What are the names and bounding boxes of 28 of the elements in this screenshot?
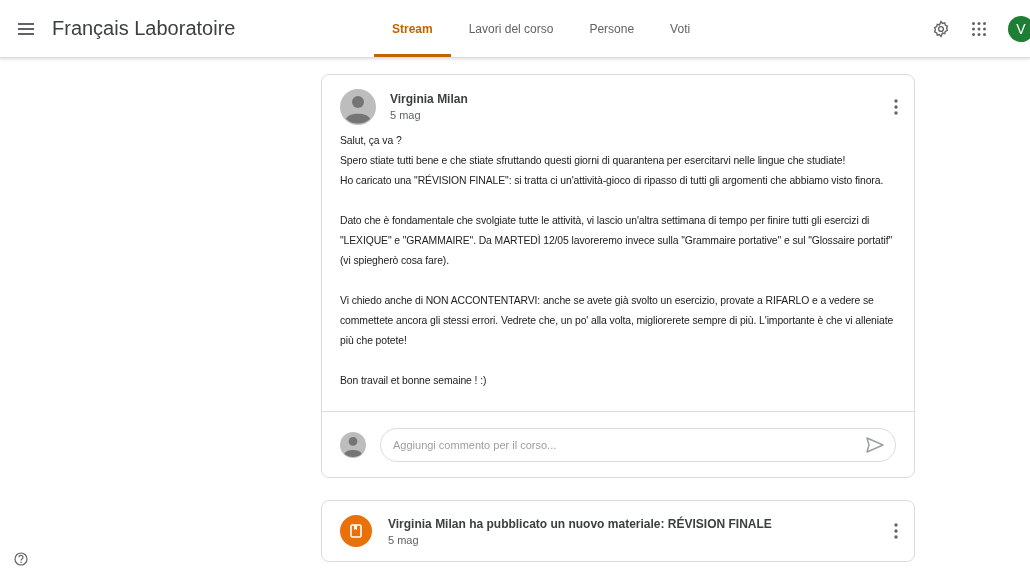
class-title: Français Laboratoire bbox=[52, 17, 237, 40]
material-icon bbox=[340, 515, 372, 547]
help-icon[interactable] bbox=[14, 552, 28, 566]
post-text: Dato che è fondamentale che svolgiate tutte le attività, vi lascio un'altra settimana di tempo per finire tutti gli esercizi di "LEXIQUE" e "GRAMMAIRE". Da MARTEDÌ 12/05 lavoreremo invece sulla "Grammaire portative" e sul "Glossaire portatif" (vi spiegherò cosa fare). bbox=[340, 214, 894, 268]
post-text: Salut, ça va ? bbox=[340, 134, 403, 148]
menu-icon[interactable] bbox=[18, 22, 34, 35]
nav-tab[interactable]: Voti bbox=[652, 0, 709, 57]
author-name: Virginia Milan bbox=[390, 92, 468, 106]
settings-icon[interactable] bbox=[932, 19, 950, 38]
nav-tab[interactable]: Stream bbox=[374, 0, 451, 57]
material-date: 5 mag bbox=[388, 533, 420, 546]
more-icon[interactable] bbox=[894, 99, 898, 115]
comment-field[interactable]: Aggiungi commento per il corso... bbox=[380, 428, 896, 462]
avatar-placeholder bbox=[340, 432, 366, 458]
material-title[interactable]: Virginia Milan ha pubblicato un nuovo materiale: RÉVISION FINALE bbox=[388, 516, 772, 531]
apps-grid-icon[interactable] bbox=[972, 21, 986, 36]
more-icon[interactable] bbox=[894, 523, 898, 539]
send-icon[interactable] bbox=[866, 437, 884, 453]
avatar-placeholder bbox=[340, 89, 376, 125]
nav-tab[interactable]: Lavori del corso bbox=[450, 0, 572, 57]
post-date: 5 mag bbox=[390, 109, 422, 121]
post-text: Bon travail et bonne semaine ! :) bbox=[340, 374, 488, 388]
account-avatar[interactable]: V bbox=[1008, 15, 1030, 42]
nav-tab[interactable]: Persone bbox=[571, 0, 653, 57]
post-text: Spero stiate tutti bene e che stiate sfruttando questi giorni di quarantena per esercitarvi nelle lingue che studiate! bbox=[340, 154, 847, 168]
material-card[interactable]: Virginia Milan ha pubblicato un nuovo materiale: RÉVISION FINALE 5 mag bbox=[321, 500, 915, 562]
post-text: Vi chiedo anche di NON ACCONTENTARVI: anche se avete già svolto un esercizio, provate a RIFARLO e a vedere se commettete ancora gli stessi errori. Vedrete che, un po' alla volta, migliorerete sempre di più. L'importante è che vi alleniate più che potete! bbox=[340, 294, 895, 348]
post-text: Ho caricato una "RÉVISION FINALE": si tratta ci un'attività-gioco di ripasso di tutti gli argomenti che abbiamo visto finora. bbox=[340, 173, 885, 188]
